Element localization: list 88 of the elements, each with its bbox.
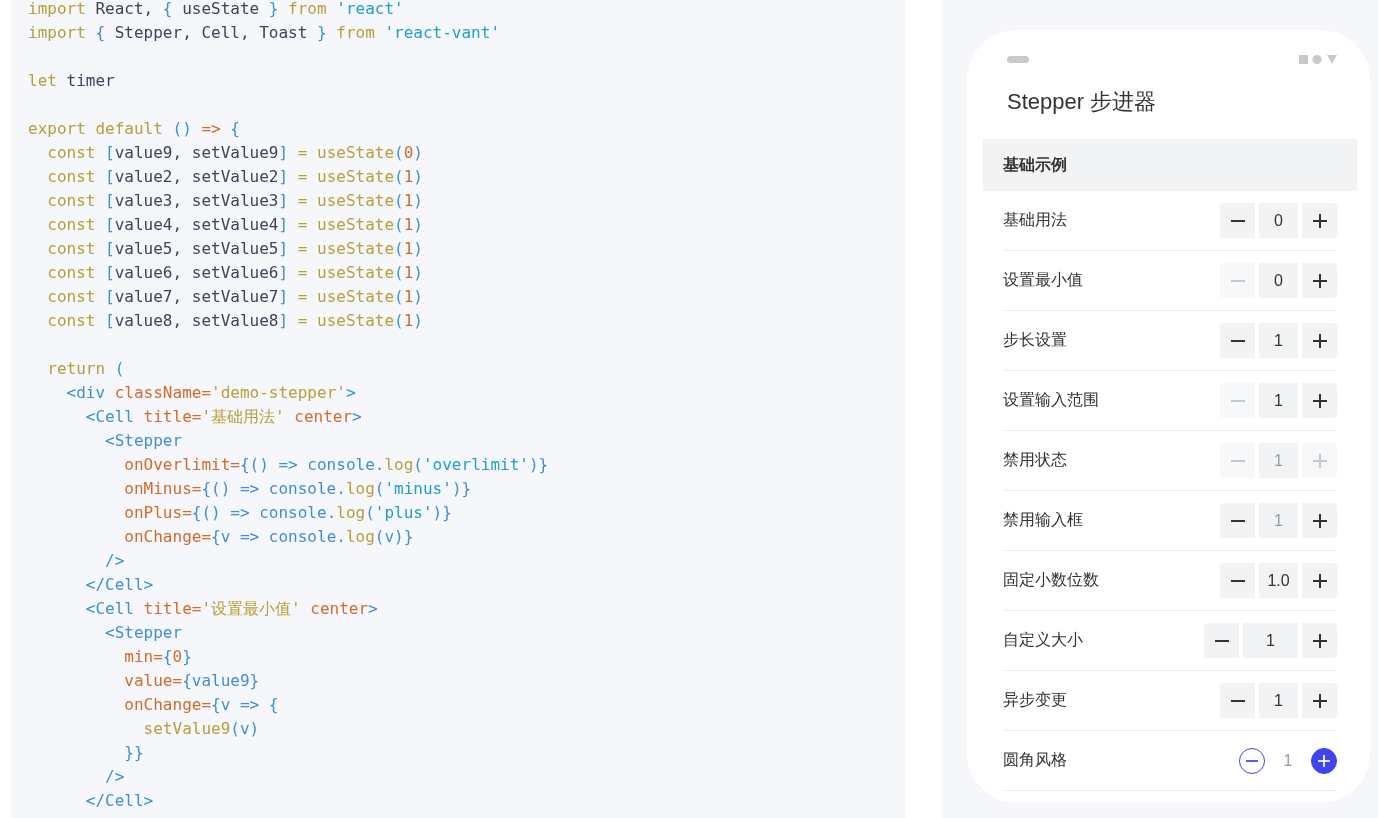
code-line: const [value5, setValue5] = useState(1) [46,238,423,260]
plus-button[interactable] [1302,623,1337,658]
plus-icon [1312,273,1327,288]
code-line: import React, { useState } from 'react' [28,0,404,20]
plus-icon [1312,513,1327,528]
minus-icon [1230,399,1245,402]
cell-label: 圆角风格 [1003,750,1067,770]
plus-icon [1312,573,1327,588]
plus-icon [1312,333,1327,348]
code-line: </Cell> [84,790,154,812]
code-line: onPlus={() => console.log('plus')} [123,502,452,524]
cell-label: 固定小数位数 [1003,570,1099,590]
stepper-input[interactable]: 0 [1259,263,1298,298]
plus-button[interactable] [1302,323,1337,358]
code-line: <Cell title='设置最小值' center> [84,598,378,620]
code-line: }} [123,742,144,764]
code-line: const [value4, setValue4] = useState(1) [46,214,423,236]
plus-button[interactable] [1302,263,1337,298]
plus-icon [1312,213,1327,228]
code-line: value={value9} [123,670,260,692]
code-line: setValue9(v) [142,718,260,740]
minus-button[interactable] [1220,503,1255,538]
plus-icon [1312,393,1327,408]
code-line: return ( [46,358,125,380]
code-line: <Cell title='基础用法' center> [84,406,362,428]
code-line: onChange={v => { [123,694,279,716]
minus-icon [1214,639,1229,642]
minus-icon [1230,279,1245,282]
code-line: <div className='demo-stepper'> [65,382,356,404]
code-line: export default () => { [28,118,240,140]
code-line: onOverlimit={() => console.log('overlimit')} [123,454,549,476]
minus-icon [1230,519,1245,522]
cell-label: 自定义大小 [1003,630,1083,650]
minus-button[interactable] [1239,747,1265,774]
minus-button[interactable] [1220,563,1255,598]
minus-icon [1246,759,1258,762]
plus-icon [1318,754,1330,767]
stepper-input[interactable]: 1 [1259,383,1298,418]
plus-button[interactable] [1302,563,1337,598]
cell-label: 步长设置 [1003,330,1067,350]
stepper-input[interactable]: 0 [1259,203,1298,238]
code-line: <Stepper [104,622,183,644]
code-line: /> [104,766,125,788]
stepper-input[interactable]: 1.0 [1259,563,1298,598]
status-bar-pill-icon [1007,55,1029,63]
stepper-input[interactable]: 1 [1259,683,1298,718]
cell-label: 禁用状态 [1003,450,1067,470]
cell-label: 基础用法 [1003,210,1067,230]
minus-icon [1230,579,1245,582]
code-line: let timer [28,70,115,92]
page-title: Stepper 步进器 [1007,88,1158,116]
plus-icon [1312,693,1327,708]
plus-button[interactable] [1302,683,1337,718]
code-line: </Cell> [84,574,154,596]
plus-button[interactable] [1302,203,1337,238]
code-line: import { Stepper, Cell, Toast } from 'react-vant' [28,22,500,44]
minus-icon [1230,219,1245,222]
code-line: const [value2, setValue2] = useState(1) [46,166,423,188]
cell-label: 设置最小值 [1003,270,1083,290]
cell-label: 设置输入范围 [1003,390,1099,410]
minus-icon [1230,699,1245,702]
code-line: const [value8, setValue8] = useState(1) [46,310,423,332]
code-line: /> [104,550,125,572]
plus-icon [1312,633,1327,648]
stepper-input[interactable]: 1 [1259,323,1298,358]
minus-icon [1230,459,1245,462]
plus-button[interactable] [1302,503,1337,538]
code-line: const [value6, setValue6] = useState(1) [46,262,423,284]
minus-icon [1230,339,1245,342]
section-header: 基础示例 [983,139,1357,191]
code-line: <Stepper [104,430,183,452]
code-line: min={0} [123,646,192,668]
minus-button[interactable] [1220,203,1255,238]
plus-button[interactable] [1302,383,1337,418]
cell-label: 异步变更 [1003,690,1067,710]
code-line: onMinus={() => console.log('minus')} [123,478,472,500]
code-line: const [value7, setValue7] = useState(1) [46,286,423,308]
status-icons-drawing [1299,54,1337,64]
plus-button[interactable] [1311,747,1337,774]
minus-button[interactable] [1220,323,1255,358]
code-line: onChange={v => console.log(v)} [123,526,414,548]
code-line: const [value9, setValue9] = useState(0) [46,142,423,164]
plus-icon [1312,453,1327,468]
minus-button[interactable] [1220,683,1255,718]
minus-button[interactable] [1204,623,1239,658]
code-line: const [value3, setValue3] = useState(1) [46,190,423,212]
cell-label: 禁用输入框 [1003,510,1083,530]
stepper-input[interactable]: 1 [1243,623,1298,658]
